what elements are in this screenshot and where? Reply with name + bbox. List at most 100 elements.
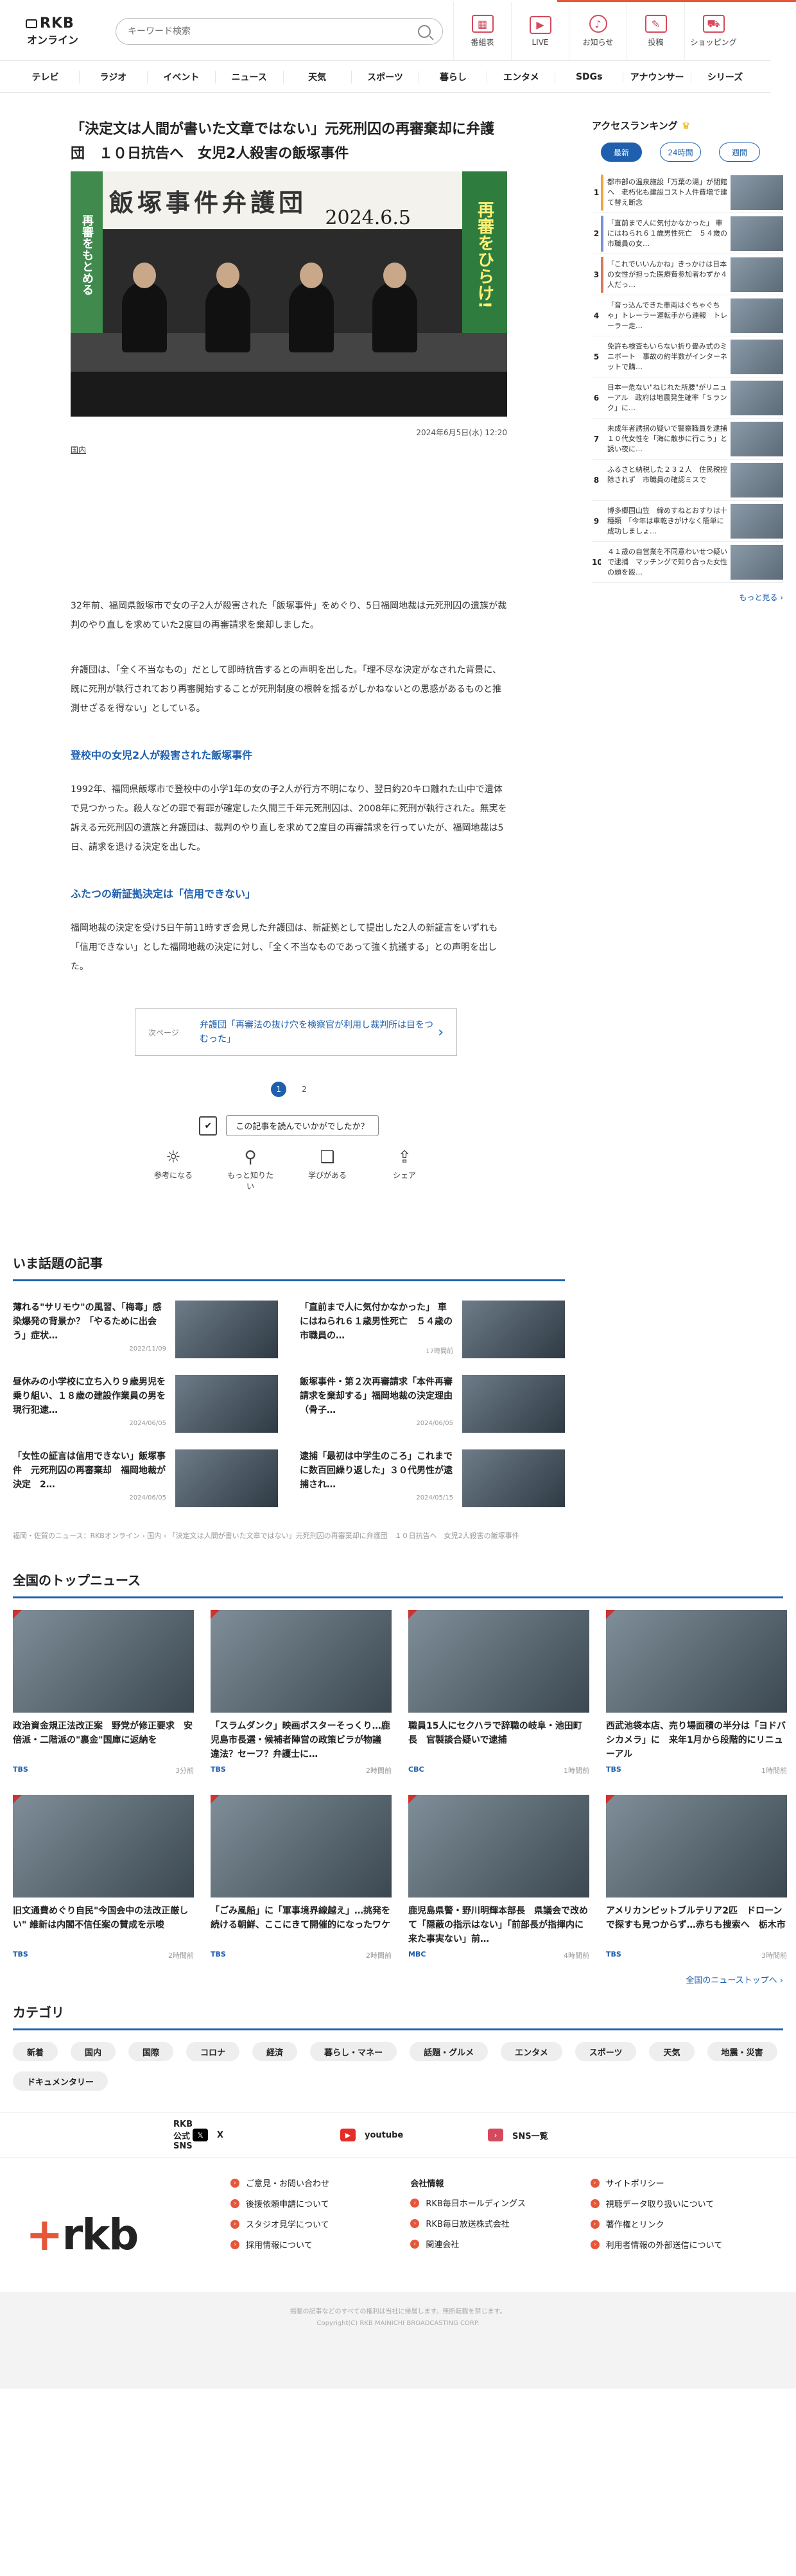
nav-item-4[interactable]: 天気 <box>284 70 352 83</box>
sns-link-youtube[interactable]: ▶ youtube <box>340 2129 488 2141</box>
hot-topic-item[interactable]: 逮捕「最初は中学生のころ」これまでに数百回繰り返した」３０代男性が逮捕され… 20… <box>300 1449 565 1507</box>
footer-link[interactable]: › ご意見・お問い合わせ <box>230 2177 410 2189</box>
category-chip[interactable]: 国際 <box>128 2042 174 2061</box>
search-input[interactable] <box>128 26 418 37</box>
footer-link[interactable]: › 著作権とリンク <box>590 2218 770 2230</box>
header-icon-label: 投稿 <box>648 38 664 47</box>
article-paragraph: 1992年、福岡県飯塚市で登校中の小学1年の女の子2人が行方不明になり、翌日約2… <box>71 784 507 852</box>
x-icon: 𝕏 <box>193 2129 208 2141</box>
site-logo[interactable]: RKB オンライン <box>0 15 109 47</box>
category-chip[interactable]: 天気 <box>649 2042 695 2061</box>
ranking-item[interactable]: 10 ４１歳の自営業を不同意わいせつ疑いで逮捕 マッチングで知り合った女性の頭を殴… <box>592 542 783 583</box>
footer-link[interactable]: › 視聴データ取り扱いについて <box>590 2197 770 2209</box>
ranking-item[interactable]: 7 未成年者誘拐の疑いで警察職員を逮捕 １０代女性を「海に散歩に行こう」と誘い夜に… <box>592 419 783 460</box>
photo-sign-right: 再審をひらけ! <box>462 171 507 338</box>
news-source: TBS <box>211 1765 226 1774</box>
category-chip[interactable]: エンタメ <box>501 2042 562 2061</box>
ranking-item[interactable]: 4 「音っ込んできた車両はぐちゃぐちゃ」トレーラー運転手から連報 トレーラー走… <box>592 295 783 336</box>
footer-link[interactable]: › スタジオ見学について <box>230 2218 410 2230</box>
nav-item-2[interactable]: イベント <box>148 70 216 83</box>
footer-link[interactable]: › 関連会社 <box>410 2238 590 2250</box>
header-calendar-button[interactable]: ▦ 番組表 <box>453 1 511 61</box>
nav-item-3[interactable]: ニュース <box>216 70 284 83</box>
rank-number: 9 <box>593 516 600 526</box>
page-2[interactable]: 2 <box>302 1085 307 1094</box>
national-news-card[interactable]: 鹿児島県警・野川明輝本部長 県議会で改めて「隠蔽の指示はない」「前部長が指揮内に… <box>408 1795 589 1960</box>
ranking-item[interactable]: 6 日本一危ない"ねじれた所腰"がリニューアル 政府は地震発生確率「Ｓランク」に… <box>592 377 783 419</box>
ranking-item[interactable]: 2 「直前まで人に気付かなかった」 車にはねられ６１歳男性死亡 ５４歳の市職員の女… <box>592 213 783 254</box>
news-source: MBC <box>408 1950 426 1958</box>
national-news-card[interactable]: 西武池袋本店、売り場面積の半分は「ヨドバシカメラ」に 来年1月から段階的にリニュ… <box>606 1610 787 1776</box>
footer-link[interactable]: › RKB毎日ホールディングス <box>410 2197 590 2209</box>
ranking-tab[interactable]: 最新 <box>601 143 642 162</box>
category-chip[interactable]: 経済 <box>252 2042 298 2061</box>
category-chip[interactable]: 新着 <box>13 2042 58 2061</box>
reaction-button[interactable]: ☼ 参考になる <box>148 1148 199 1191</box>
national-news-card[interactable]: 「スラムダンク」映画ポスターそっくり…鹿児島市長選・候補者陣営の政策ビラが物議 … <box>211 1610 392 1776</box>
ranking-tab[interactable]: 24時間 <box>660 143 701 162</box>
hot-topic-item[interactable]: 「直前まで人に気付かなかった」 車にはねられ６１歳男性死亡 ５４歳の市職員の… 1… <box>300 1301 565 1358</box>
nav-item-8[interactable]: SDGs <box>555 71 624 82</box>
footer-link[interactable]: › 後援依頼申請について <box>230 2197 410 2209</box>
nav-item-0[interactable]: テレビ <box>12 70 80 83</box>
sns-link-x[interactable]: 𝕏X <box>193 2129 340 2141</box>
header-post-button[interactable]: ✎ 投稿 <box>627 1 684 61</box>
ranking-more-link[interactable]: もっと見る › <box>592 592 783 603</box>
hot-topic-item[interactable]: 昼休みの小学校に立ち入り９歳男児を乗り組い、１８歳の建設作業員の男を現行犯逮… 2… <box>13 1375 278 1433</box>
rank-number: 7 <box>593 434 600 444</box>
national-news-meta: TBS 2時間前 <box>211 1950 392 1960</box>
nav-item-9[interactable]: アナウンサー <box>623 70 692 83</box>
ranking-item[interactable]: 9 博多郷国山笠 締めすねとおすりは十種類 「今年は車乾きがけなく簡単に成功しまし… <box>592 501 783 542</box>
header-cart-button[interactable]: ⛟ ショッピング <box>684 1 742 61</box>
post-icon: ✎ <box>645 15 667 33</box>
rank-headline: 免許も検査もいらない折り畳み式のミニボート 事故の約半数がインターネットで購… <box>607 341 727 371</box>
reaction-button[interactable]: ⚲ もっと知りたい <box>225 1148 276 1191</box>
breadcrumb[interactable]: 福岡・佐賀のニュース：RKBオンライン › 国内 › 「決定文は人間が書いた文章… <box>13 1530 565 1541</box>
sns-link-arrow[interactable]: › SNS一覧 <box>488 2129 636 2141</box>
category-link[interactable]: 国内 <box>71 444 86 455</box>
national-news-card[interactable]: 政治資金規正法改正案 野党が修正要求 安倍派・二階派の"裏金"国庫に返納を TBS… <box>13 1610 194 1776</box>
article-photo[interactable]: 飯塚事件弁護団 2024.6.5 再審をもとめる 再審をひらけ! <box>71 171 507 417</box>
nav-item-10[interactable]: シリーズ <box>691 71 759 83</box>
ranking-tab[interactable]: 週間 <box>719 143 760 162</box>
ranking-item[interactable]: 8 ふるさと納税した２３２人 住民税控除されず 市職員の確認ミスで <box>592 460 783 501</box>
header-bell-button[interactable]: ♪ お知らせ <box>569 1 627 61</box>
nav-item-6[interactable]: 暮らし <box>419 70 488 83</box>
footer-link[interactable]: › RKB毎日放送株式会社 <box>410 2217 590 2229</box>
footer-link[interactable]: › サイトポリシー <box>590 2177 770 2189</box>
nav-item-1[interactable]: ラジオ <box>80 70 148 83</box>
category-chip[interactable]: 地震・災害 <box>707 2042 777 2061</box>
hot-topic-thumbnail <box>462 1375 565 1433</box>
hot-topic-item[interactable]: 飯塚事件・第２次再審請求「本件再審請求を棄却する」福岡地裁の決定理由（骨子… 20… <box>300 1375 565 1433</box>
next-page-link[interactable]: 次ページ 弁護団「再審法の抜け穴を検察官が利用し裁判所は目をつむった」 › <box>135 1008 457 1056</box>
footer-link[interactable]: › 利用者情報の外部送信について <box>590 2238 770 2251</box>
ranking-item[interactable]: 5 免許も検査もいらない折り畳み式のミニボート 事故の約半数がインターネットで購… <box>592 336 783 377</box>
header-live-button[interactable]: ▶ LIVE <box>511 1 569 61</box>
search-icon[interactable] <box>418 24 431 38</box>
hot-topic-item[interactable]: 「女性の証言は信用できない」飯塚事件 元死刑囚の再審棄却 福岡地裁が決定 2… 2… <box>13 1449 278 1507</box>
ranking-item[interactable]: 3 「これでいいんかね」きっかけは日本の女性が担った医療費参加者わずか４人だっ… <box>592 254 783 295</box>
national-news-card[interactable]: 「ごみ風船」に「軍事境界線越え」…挑発を続ける朝鮮、ここにきて開催的になったワケ… <box>211 1795 392 1960</box>
national-news-card[interactable]: 旧文通費めぐり自民"今国会中の法改正厳しい" 維新は内閣不信任案の賛成を示唆 TB… <box>13 1795 194 1960</box>
rank-color-bar <box>601 297 603 334</box>
category-chip[interactable]: ドキュメンタリー <box>13 2071 108 2091</box>
page-1[interactable]: 1 <box>271 1082 287 1097</box>
category-chip[interactable]: 話題・グルメ <box>410 2042 489 2061</box>
hot-topic-thumbnail <box>175 1449 278 1507</box>
reaction-button[interactable]: ⇪ シェア <box>379 1148 430 1191</box>
footer-link[interactable]: › 採用情報について <box>230 2238 410 2251</box>
category-chip[interactable]: 国内 <box>71 2042 116 2061</box>
arrow-icon: › <box>590 2199 600 2208</box>
category-chip[interactable]: 暮らし・マネー <box>310 2042 397 2061</box>
ranking-item[interactable]: 1 都市部の温泉施設「万葉の湯」が閉館へ 老朽化も建設コスト人件費増で建て替え断念 <box>592 172 783 213</box>
national-news-card[interactable]: 職員15人にセクハラで辞職の岐阜・池田町長 官製談合疑いで逮捕 CBC 1時間前 <box>408 1610 589 1776</box>
category-chip[interactable]: コロナ <box>186 2042 240 2061</box>
national-news-card[interactable]: アメリカンピットブルテリア2匹 ドローンで探すも見つからず…赤ちも捜索へ 栃木市… <box>606 1795 787 1960</box>
nav-item-5[interactable]: スポーツ <box>352 70 420 83</box>
nav-item-7[interactable]: エンタメ <box>487 70 556 83</box>
category-chip[interactable]: スポーツ <box>575 2042 637 2061</box>
hot-topic-item[interactable]: 薄れる"サリモウ"の風習、「梅毒」感染爆発の背景か？「やるために出会う」症状… 2… <box>13 1301 278 1358</box>
national-more-link[interactable]: 全国のニューストップへ › <box>13 1973 783 1985</box>
footer-logo[interactable]: + rkb <box>26 2177 230 2292</box>
reaction-button[interactable]: ❑ 学びがある <box>302 1148 353 1191</box>
